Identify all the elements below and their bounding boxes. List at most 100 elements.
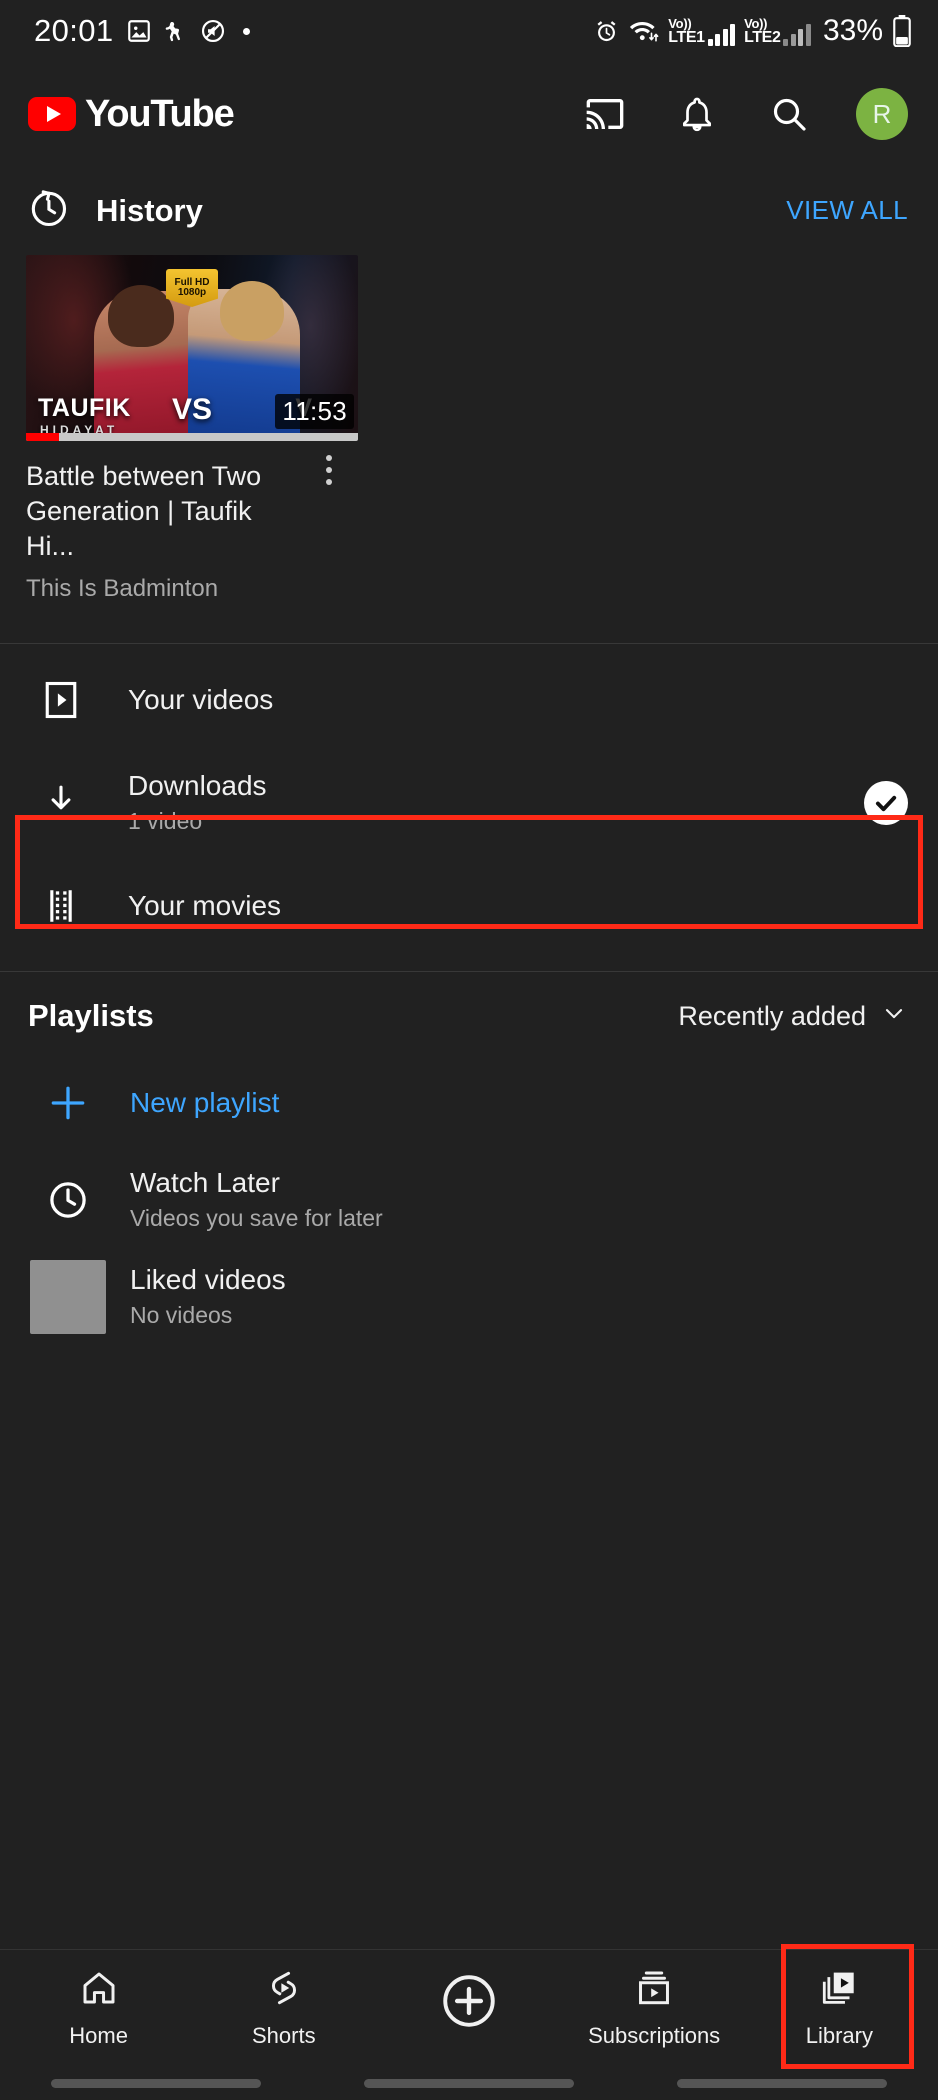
sim1-signal-bars: [707, 22, 736, 46]
watch-progress-bar: [26, 433, 358, 441]
wifi-icon: [629, 18, 659, 44]
playlist-liked-text: Liked videos No videos: [130, 1264, 286, 1329]
playlist-new-text: New playlist: [130, 1087, 279, 1119]
nav-label-shorts: Shorts: [251, 2023, 316, 2048]
battery-icon: [892, 15, 912, 47]
row-downloads[interactable]: Downloads 1 video: [0, 751, 938, 854]
playlists-sort-control[interactable]: Recently added: [678, 999, 908, 1034]
video-play-box-icon: [30, 678, 92, 722]
battery-percent-label: 33%: [822, 14, 883, 47]
youtube-logo[interactable]: YouTube: [28, 92, 235, 136]
gesture-nav-area: [0, 2066, 938, 2100]
check-circle-icon: [864, 780, 908, 825]
video-duration-badge: 11:53: [275, 394, 354, 429]
playlist-item-new-playlist[interactable]: New playlist: [0, 1054, 938, 1151]
sim2-lte-label: LTE2: [744, 28, 781, 46]
library-rows: Your videos Downloads 1 video Your movie…: [0, 644, 938, 957]
playlist-liked-title: Liked videos: [130, 1264, 286, 1296]
playlist-watch-later-subtitle: Videos you save for later: [130, 1205, 383, 1232]
sim1-volte-indicator: Vo)) LTE1: [668, 15, 736, 46]
avatar[interactable]: R: [856, 88, 908, 140]
hd-badge-line2: 1080p: [177, 287, 207, 298]
sim1-vo-label: Vo)): [668, 15, 692, 31]
playlists-title: Playlists: [28, 998, 154, 1034]
playlist-watch-later-title: Watch Later: [130, 1167, 280, 1199]
video-thumbnail[interactable]: Full HD 1080p TAUFIK HIDAYAT VS V 11:53: [26, 255, 358, 441]
plus-icon: [30, 1081, 106, 1125]
row-downloads-text: Downloads 1 video: [128, 770, 864, 835]
thumbnail-player-left-name: TAUFIK: [38, 394, 131, 422]
shorts-icon: [263, 1967, 305, 2014]
youtube-wordmark: YouTube: [85, 92, 235, 135]
row-downloads-title: Downloads: [128, 770, 267, 802]
view-all-link[interactable]: VIEW ALL: [786, 195, 908, 226]
app-header: YouTube R: [0, 62, 938, 166]
status-bar-left: 20:01: [34, 13, 250, 49]
download-arrow-icon: [30, 781, 92, 825]
youtube-play-icon: [28, 97, 76, 131]
row-downloads-subtitle: 1 video: [128, 808, 203, 835]
history-title-group: History: [26, 186, 203, 235]
row-your-movies-text: Your movies: [128, 890, 908, 922]
search-icon[interactable]: [764, 89, 814, 139]
history-video-card[interactable]: Full HD 1080p TAUFIK HIDAYAT VS V 11:53 …: [0, 243, 360, 603]
history-title: History: [96, 192, 203, 228]
nav-item-home[interactable]: Home: [19, 1967, 179, 2049]
history-clock-icon: [26, 186, 70, 235]
nav-item-library[interactable]: Library: [759, 1967, 919, 2049]
plus-circle-icon: [438, 1970, 500, 2037]
youtube-library-screen: 20:01 Vo)) LTE1 Vo)) LTE2 33% YouTube R …: [0, 0, 938, 2100]
sim1-lte-label: LTE1: [668, 28, 705, 46]
nav-label-library: Library: [805, 2023, 873, 2048]
nav-label-home: Home: [69, 2023, 128, 2048]
header-actions: R: [580, 88, 908, 140]
sim2-volte-indicator: Vo)) LTE2: [744, 17, 811, 46]
playlist-liked-subtitle: No videos: [130, 1302, 233, 1329]
nav-item-shorts[interactable]: Shorts: [204, 1967, 364, 2049]
playlist-watch-later-text: Watch Later Videos you save for later: [130, 1167, 383, 1232]
nav-item-create[interactable]: [389, 1970, 549, 2046]
library-icon: [818, 1967, 860, 2014]
row-downloads-right: [864, 780, 908, 825]
mute-icon: [200, 18, 226, 44]
video-channel[interactable]: This Is Badminton: [26, 575, 360, 603]
playlist-item-liked-videos[interactable]: Liked videos No videos: [0, 1248, 938, 1345]
kebab-menu-icon[interactable]: [326, 455, 332, 485]
bell-icon[interactable]: [672, 89, 722, 139]
dog-walk-icon: [164, 18, 188, 44]
playlists-sort-label: Recently added: [678, 1000, 866, 1031]
gesture-bar-left[interactable]: [51, 2078, 262, 2088]
history-video-meta: Battle between Two Generation | Taufik H…: [26, 441, 360, 603]
status-bar-clock: 20:01: [34, 13, 114, 48]
status-bar: 20:01 Vo)) LTE1 Vo)) LTE2 33%: [0, 0, 938, 62]
cast-icon[interactable]: [580, 89, 630, 139]
chevron-down-icon: [880, 999, 908, 1034]
gesture-bar-center[interactable]: [363, 2078, 574, 2088]
bottom-navigation: Home Shorts Subscriptions Library: [0, 1950, 938, 2066]
row-your-videos-title: Your videos: [128, 683, 274, 715]
film-strip-icon: [30, 884, 92, 928]
thumbnail-vs-label: VS: [171, 393, 213, 426]
history-section-header: History VIEW ALL: [0, 166, 938, 243]
alarm-icon: [593, 18, 620, 45]
nav-label-subscriptions: Subscriptions: [588, 2023, 721, 2048]
sim2-signal-bars: [783, 22, 811, 46]
row-your-videos[interactable]: Your videos: [0, 648, 938, 751]
status-bar-right: Vo)) LTE1 Vo)) LTE2 33%: [593, 14, 912, 48]
gesture-bar-right[interactable]: [676, 2078, 887, 2088]
playlist-item-watch-later[interactable]: Watch Later Videos you save for later: [0, 1151, 938, 1248]
nav-item-subscriptions[interactable]: Subscriptions: [574, 1967, 734, 2049]
home-icon: [78, 1967, 120, 2014]
dot-icon: [242, 27, 250, 35]
playlist-new-title: New playlist: [130, 1086, 280, 1118]
video-title[interactable]: Battle between Two Generation | Taufik H…: [26, 459, 296, 564]
bottom-navigation-wrapper: Home Shorts Subscriptions Library: [0, 1949, 938, 2100]
row-your-videos-text: Your videos: [128, 684, 908, 716]
row-your-movies-title: Your movies: [128, 889, 282, 921]
row-your-movies[interactable]: Your movies: [0, 854, 938, 957]
sim2-vo-label: Vo)): [744, 15, 768, 31]
playlists-section-header: Playlists Recently added: [0, 972, 938, 1040]
clock-icon: [30, 1177, 106, 1223]
subscriptions-icon: [633, 1967, 675, 2014]
photo-icon: [126, 18, 152, 44]
